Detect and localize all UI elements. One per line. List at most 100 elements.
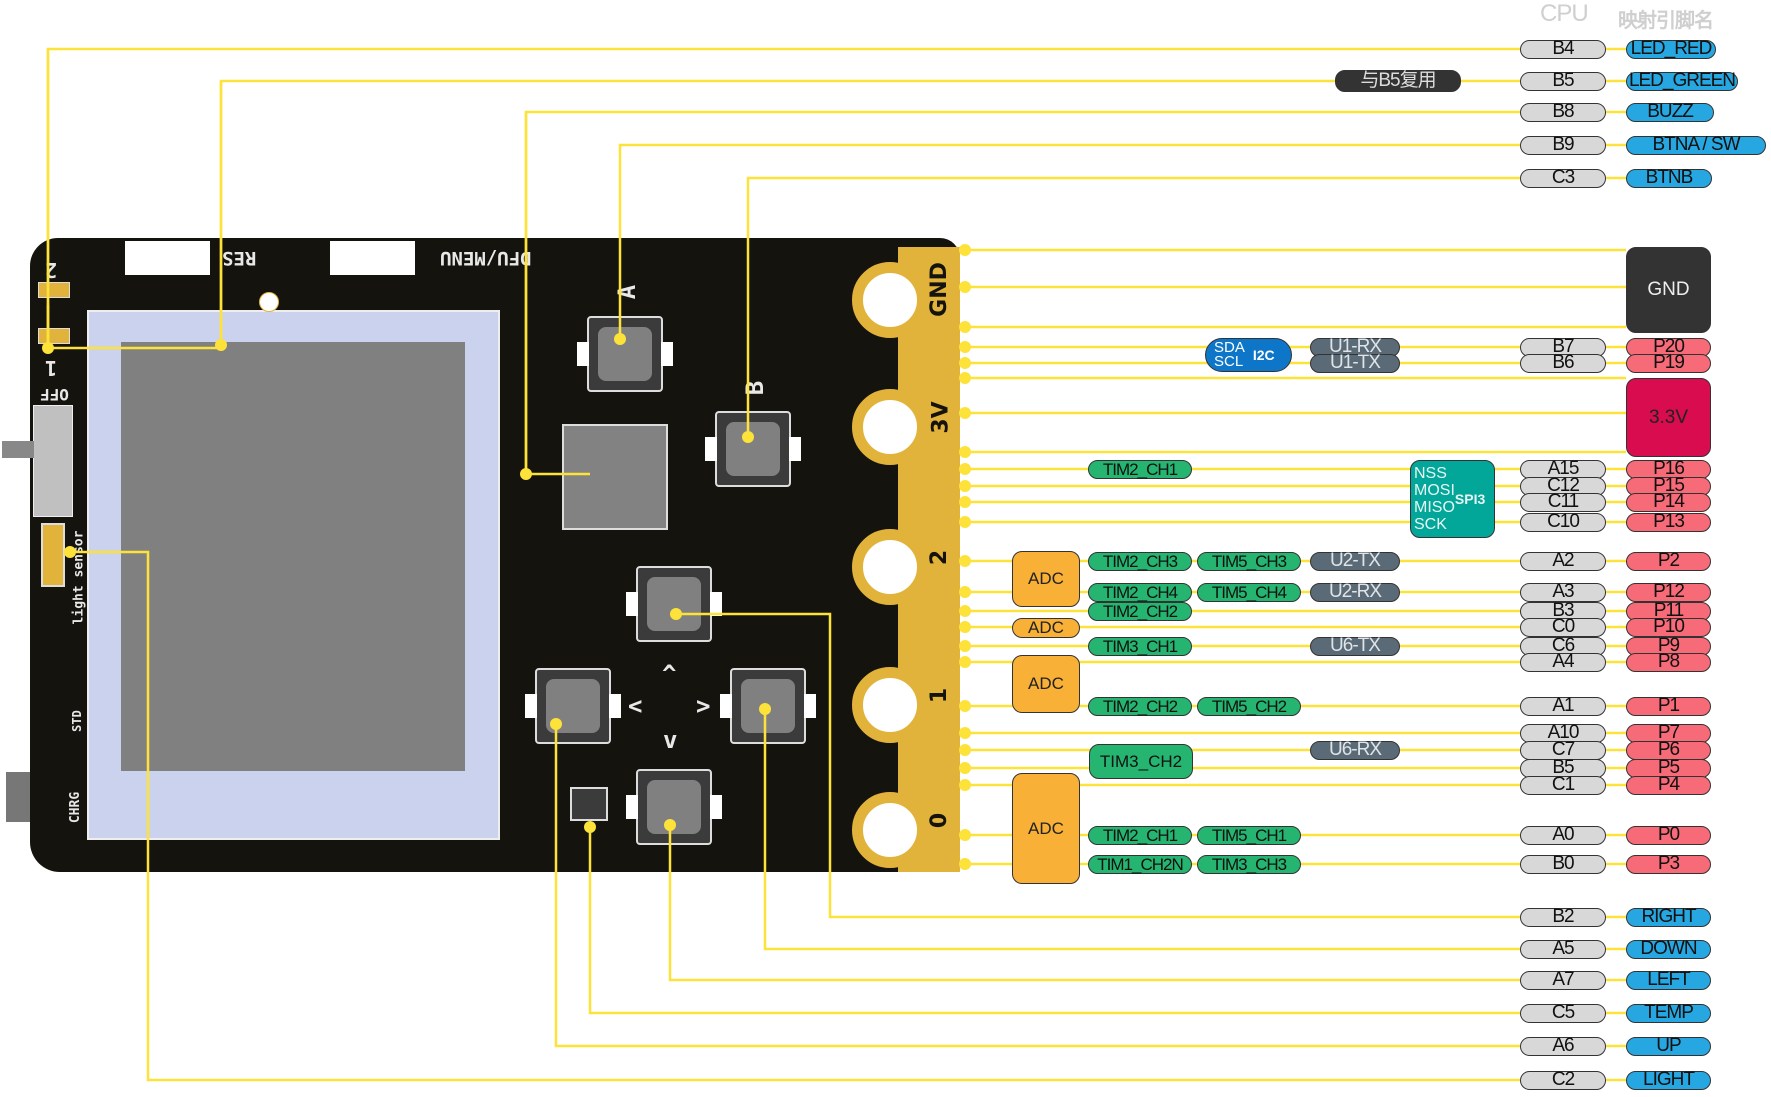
cpu-pin-pill: B2 — [1520, 907, 1606, 927]
silk-off: OFF — [40, 385, 69, 404]
mapped-pin-pill: LED_RED — [1626, 39, 1716, 59]
wire-endpoint-dot — [959, 357, 971, 369]
i2c-label: I2C — [1252, 347, 1275, 363]
silk-res: RES — [222, 247, 257, 269]
cpu-pin-pill: B0 — [1520, 854, 1606, 874]
button-b[interactable] — [705, 411, 801, 487]
cpu-pin-pill: C10 — [1520, 512, 1606, 532]
wire-endpoint-dot — [959, 463, 971, 475]
adc-block: ADC — [1012, 655, 1080, 713]
timer-pill: TIM2_CH2 — [1088, 697, 1192, 716]
edge-label-1: 1 — [927, 687, 953, 704]
silk-arrow-up: ^ — [662, 660, 677, 688]
pad-3v[interactable] — [852, 389, 928, 465]
wire-endpoint-dot — [959, 858, 971, 870]
mapped-pin-pill: LIGHT — [1626, 1070, 1711, 1090]
silk-arrow-left: < — [628, 692, 643, 720]
mapped-pin-pill: BUZZ — [1626, 102, 1714, 122]
mount-hole — [259, 292, 279, 312]
edge-pin-pill: P2 — [1626, 551, 1711, 571]
cpu-pin-pill: A6 — [1520, 1036, 1606, 1056]
timer-pill: TIM5_CH4 — [1197, 583, 1301, 602]
mapped-pin-pill: UP — [1626, 1036, 1711, 1056]
timer-pill: TIM3_CH1 — [1088, 637, 1192, 656]
header-cpu: CPU — [1540, 0, 1589, 27]
edge-pin-pill: P0 — [1626, 825, 1711, 845]
lcd-screen — [121, 342, 465, 771]
uart-pill: U1-TX — [1310, 353, 1400, 373]
button-down[interactable] — [626, 769, 722, 845]
button-a[interactable] — [577, 316, 673, 392]
wire-endpoint-dot — [959, 496, 971, 508]
wire-endpoint-dot — [959, 727, 971, 739]
timer-pill: TIM2_CH1 — [1088, 460, 1192, 479]
power-switch-knob[interactable] — [2, 441, 34, 458]
silk-dfu-menu: DFU/MENU — [440, 247, 532, 269]
power-switch[interactable] — [33, 405, 73, 517]
timer-pill: TIM5_CH2 — [1197, 697, 1301, 716]
i2c-scl: SCL — [1214, 353, 1244, 370]
led-2 — [38, 282, 70, 298]
adc-pill: ADC — [1012, 618, 1080, 638]
cpu-pin-pill: C5 — [1520, 1003, 1606, 1023]
pad-1[interactable] — [852, 667, 928, 743]
timer-pill: TIM5_CH3 — [1197, 552, 1301, 571]
button-right[interactable] — [720, 668, 816, 744]
silk-1: 1 — [45, 356, 58, 380]
reset-switch[interactable] — [125, 241, 210, 275]
wire-endpoint-dot — [959, 656, 971, 668]
edge-pin-pill: P1 — [1626, 696, 1711, 716]
dfu-menu-switch[interactable] — [330, 241, 415, 275]
pad-gnd[interactable] — [852, 262, 928, 338]
mapped-pin-pill: TEMP — [1626, 1003, 1711, 1023]
cpu-pin-pill: C3 — [1520, 168, 1606, 188]
gnd-block: GND — [1626, 247, 1711, 333]
edge-label-3v: 3V — [928, 401, 954, 434]
shared-pin-note: 与B5复用 — [1335, 70, 1461, 92]
wire-endpoint-dot — [959, 480, 971, 492]
header-mapped-pin: 映射引脚名 — [1618, 10, 1714, 32]
timer-pill: TIM2_CH3 — [1088, 552, 1192, 571]
cpu-pin-pill: B4 — [1520, 39, 1606, 59]
mapped-pin-pill: BTNB — [1626, 168, 1712, 188]
3v3-block: 3.3V — [1626, 378, 1711, 457]
cpu-pin-pill: A5 — [1520, 939, 1606, 959]
timer-pill: TIM2_CH2 — [1088, 602, 1192, 621]
wire-endpoint-dot — [959, 586, 971, 598]
cpu-pin-pill: C1 — [1520, 775, 1606, 795]
wire-endpoint-dot — [959, 446, 971, 458]
timer-pill: TIM1_CH2N — [1088, 855, 1192, 874]
cpu-pin-pill: A7 — [1520, 970, 1606, 990]
cpu-pin-pill: B5 — [1520, 71, 1606, 91]
timer-pill: TIM2_CH4 — [1088, 583, 1192, 602]
edge-pin-pill: P3 — [1626, 854, 1711, 874]
wire-endpoint-dot — [959, 407, 971, 419]
button-left[interactable] — [525, 668, 621, 744]
spi-miso: MISO — [1414, 499, 1455, 516]
pad-0[interactable] — [852, 792, 928, 868]
cpu-pin-pill: A0 — [1520, 825, 1606, 845]
wire-endpoint-dot — [959, 605, 971, 617]
uart-pill: U6-RX — [1310, 740, 1400, 760]
cpu-pin-pill: B9 — [1520, 135, 1606, 155]
wire-endpoint-dot — [959, 762, 971, 774]
button-up[interactable] — [626, 566, 722, 642]
silk-arrow-down: v — [663, 726, 678, 754]
cpu-pin-pill: C2 — [1520, 1070, 1606, 1090]
cpu-pin-pill: B6 — [1520, 353, 1606, 373]
cpu-pin-pill: A4 — [1520, 652, 1606, 672]
wire-endpoint-dot — [959, 744, 971, 756]
wire-endpoint-dot — [959, 516, 971, 528]
wire-endpoint-dot — [959, 281, 971, 293]
edge-pin-pill: P19 — [1626, 353, 1711, 373]
silk-arrow-right: > — [696, 692, 711, 720]
i2c-badge: SDA SCL I2C — [1205, 338, 1292, 372]
silk-light-sensor: light sensor — [71, 530, 87, 625]
pad-2[interactable] — [852, 529, 928, 605]
wire-endpoint-dot — [959, 700, 971, 712]
timer-pill: TIM2_CH1 — [1088, 826, 1192, 845]
spi3-badge: NSS MOSI MISO SCK SPI3 — [1410, 460, 1495, 538]
silk-button-a: A — [613, 284, 642, 300]
timer-pill: TIM3_CH3 — [1197, 855, 1301, 874]
edge-label-0: 0 — [927, 812, 953, 829]
